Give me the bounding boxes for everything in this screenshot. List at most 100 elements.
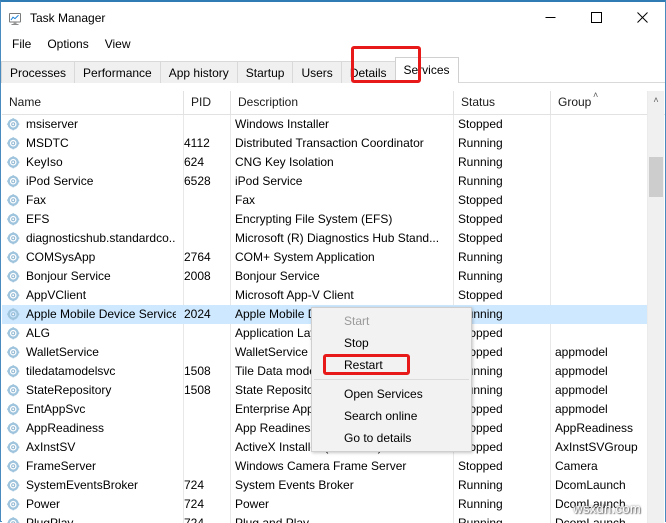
cell-service-description: Distributed Transaction Coordinator <box>235 134 450 153</box>
title-bar: Task Manager <box>1 2 665 33</box>
service-gear-icon <box>7 460 20 473</box>
tab-services[interactable]: Services <box>395 57 459 83</box>
cell-service-status: Stopped <box>458 210 543 229</box>
menu-item-options[interactable]: Options <box>39 35 96 53</box>
table-row[interactable]: Power724PowerRunningDcomLaunch <box>2 495 650 514</box>
tab-performance[interactable]: Performance <box>74 61 161 83</box>
context-menu-separator <box>314 379 469 380</box>
tab-startup[interactable]: Startup <box>237 61 294 83</box>
service-gear-icon <box>7 175 20 188</box>
table-row[interactable]: FrameServerWindows Camera Frame ServerSt… <box>2 457 650 476</box>
context-menu-items: StartStopRestart Open ServicesSearch onli… <box>312 310 471 449</box>
cell-service-group <box>555 191 650 210</box>
cell-service-status: Stopped <box>458 191 543 210</box>
cell-service-group: appmodel <box>555 381 650 400</box>
cell-service-status: Stopped <box>458 115 543 134</box>
close-button[interactable] <box>619 2 665 33</box>
table-row[interactable]: Bonjour Service2008Bonjour ServiceRunnin… <box>2 267 650 286</box>
column-header-description[interactable]: Description <box>230 91 453 114</box>
cell-service-description: Windows Installer <box>235 115 450 134</box>
context-menu-item-stop[interactable]: Stop <box>312 332 471 354</box>
cell-service-name: diagnosticshub.standardco... <box>26 229 176 248</box>
cell-service-name: EFS <box>26 210 176 229</box>
tab-details[interactable]: Details <box>341 61 396 83</box>
table-row[interactable]: iPod Service6528iPod ServiceRunning <box>2 172 650 191</box>
column-header-status[interactable]: Status <box>453 91 550 114</box>
cell-service-pid <box>184 343 226 362</box>
cell-service-description: CNG Key Isolation <box>235 153 450 172</box>
service-gear-icon <box>7 232 20 245</box>
table-row[interactable]: KeyIso624CNG Key IsolationRunning <box>2 153 650 172</box>
cell-service-name: ALG <box>26 324 176 343</box>
cell-service-description: COM+ System Application <box>235 248 450 267</box>
service-gear-icon <box>7 251 20 264</box>
cell-service-description: iPod Service <box>235 172 450 191</box>
cell-service-pid: 2024 <box>184 305 226 324</box>
table-row[interactable]: FaxFaxStopped <box>2 191 650 210</box>
column-header-group[interactable]: Group <box>550 91 648 114</box>
context-menu-item-go-to-details[interactable]: Go to details <box>312 427 471 449</box>
menu-item-view[interactable]: View <box>97 35 139 53</box>
cell-service-pid <box>184 457 226 476</box>
tab-processes[interactable]: Processes <box>1 61 75 83</box>
service-gear-icon <box>7 498 20 511</box>
menu-item-file[interactable]: File <box>4 35 39 53</box>
cell-service-group: appmodel <box>555 400 650 419</box>
cell-service-pid <box>184 286 226 305</box>
tab-strip: Processes Performance App history Startu… <box>1 55 665 83</box>
table-row[interactable]: EFSEncrypting File System (EFS)Stopped <box>2 210 650 229</box>
table-row[interactable]: SystemEventsBroker724System Events Broke… <box>2 476 650 495</box>
cell-service-pid: 724 <box>184 476 226 495</box>
cell-service-group <box>555 210 650 229</box>
cell-service-status: Running <box>458 172 543 191</box>
column-header-pid[interactable]: PID <box>183 91 230 114</box>
vertical-scrollbar[interactable]: ˄ <box>647 91 664 523</box>
column-header-row: Name PID Description Status Group <box>2 91 665 115</box>
service-gear-icon <box>7 213 20 226</box>
cell-service-status: Stopped <box>458 229 543 248</box>
context-menu-item-restart[interactable]: Restart <box>312 354 471 376</box>
context-menu-item-open-services[interactable]: Open Services <box>312 383 471 405</box>
service-context-menu[interactable]: StartStopRestart Open ServicesSearch onli… <box>311 307 472 452</box>
cell-service-status: Running <box>458 153 543 172</box>
table-row[interactable]: MSDTC4112Distributed Transaction Coordin… <box>2 134 650 153</box>
cell-service-name: StateRepository <box>26 381 176 400</box>
cell-service-name: COMSysApp <box>26 248 176 267</box>
cell-service-group: AppReadiness <box>555 419 650 438</box>
context-menu-item-start: Start <box>312 310 471 332</box>
service-gear-icon <box>7 156 20 169</box>
table-row[interactable]: COMSysApp2764COM+ System ApplicationRunn… <box>2 248 650 267</box>
cell-service-name: WalletService <box>26 343 176 362</box>
cell-service-status: Running <box>458 267 543 286</box>
table-row[interactable]: msiserverWindows InstallerStopped <box>2 115 650 134</box>
cell-service-name: FrameServer <box>26 457 176 476</box>
cell-service-pid: 624 <box>184 153 226 172</box>
service-gear-icon <box>7 441 20 454</box>
cell-service-group: Camera <box>555 457 650 476</box>
cell-service-pid <box>184 438 226 457</box>
table-row[interactable]: diagnosticshub.standardco...Microsoft (R… <box>2 229 650 248</box>
cell-service-name: MSDTC <box>26 134 176 153</box>
service-gear-icon <box>7 327 20 340</box>
cell-service-name: SystemEventsBroker <box>26 476 176 495</box>
table-row[interactable]: AppVClientMicrosoft App-V ClientStopped <box>2 286 650 305</box>
tab-users[interactable]: Users <box>292 61 341 83</box>
column-header-name[interactable]: Name <box>2 91 183 114</box>
cell-service-status: Stopped <box>458 286 543 305</box>
scrollbar-thumb[interactable] <box>649 157 663 197</box>
cell-service-group <box>555 248 650 267</box>
context-menu-item-search-online[interactable]: Search online <box>312 405 471 427</box>
service-gear-icon <box>7 308 20 321</box>
service-gear-icon <box>7 517 20 523</box>
minimize-button[interactable] <box>527 2 573 33</box>
maximize-button[interactable] <box>573 2 619 33</box>
task-manager-window: Task Manager File Options View Processes… <box>0 0 666 522</box>
tab-app-history[interactable]: App history <box>160 61 238 83</box>
cell-service-pid <box>184 324 226 343</box>
cell-service-pid: 1508 <box>184 362 226 381</box>
cell-service-group <box>555 172 650 191</box>
window-controls <box>527 2 665 33</box>
cell-service-group <box>555 115 650 134</box>
scroll-up-icon[interactable]: ˄ <box>648 91 664 108</box>
cell-service-group: DcomLaunch <box>555 495 650 514</box>
